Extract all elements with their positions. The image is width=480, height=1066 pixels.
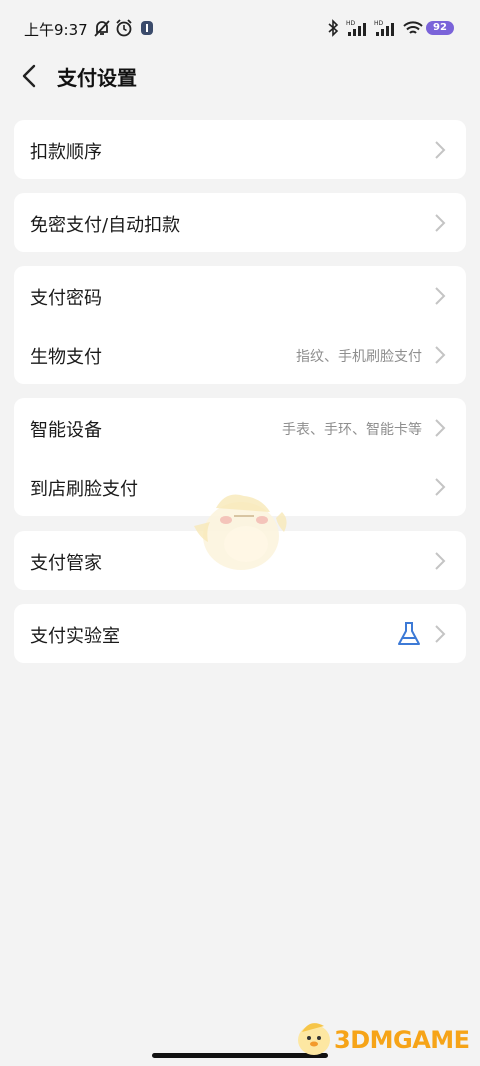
row-subtext: 指纹、手机刷脸支付 — [296, 349, 422, 365]
watermark-logo: 3DMGAME — [288, 1012, 474, 1064]
page-title: 支付设置 — [57, 66, 137, 90]
row-payment-password[interactable]: 支付密码 — [14, 266, 466, 325]
row-label: 智能设备 — [30, 420, 102, 441]
row-password-free-payment[interactable]: 免密支付/自动扣款 — [14, 193, 466, 252]
mascot-logo-icon — [298, 1023, 330, 1055]
chevron-right-icon — [435, 552, 446, 570]
row-payment-lab[interactable]: 支付实验室 — [14, 604, 466, 663]
settings-group: 扣款顺序 — [14, 120, 466, 179]
row-label: 生物支付 — [30, 347, 102, 368]
mascot-watermark-image — [194, 494, 287, 570]
row-label: 支付密码 — [30, 288, 102, 309]
watermark-text: 3DMGAME — [334, 1026, 470, 1054]
header: 支付设置 — [0, 50, 480, 102]
flask-icon — [398, 622, 420, 645]
svg-text:HD: HD — [346, 20, 356, 27]
settings-group: 支付密码 生物支付 指纹、手机刷脸支付 — [14, 266, 466, 384]
chevron-right-icon — [435, 141, 446, 159]
chevron-right-icon — [435, 478, 446, 496]
chevron-right-icon — [435, 287, 446, 305]
status-time: 上午9:37 — [24, 21, 88, 39]
wifi-icon — [403, 21, 423, 34]
hd-signal-icon: HD — [346, 20, 366, 36]
battery-icon: 92 — [426, 21, 454, 35]
row-label: 支付实验室 — [30, 626, 120, 647]
row-label: 扣款顺序 — [30, 142, 102, 163]
row-smart-devices[interactable]: 智能设备 手表、手环、智能卡等 — [14, 398, 466, 457]
row-biometric-payment[interactable]: 生物支付 指纹、手机刷脸支付 — [14, 325, 466, 384]
chevron-right-icon — [435, 625, 446, 643]
bluetooth-icon — [328, 19, 339, 37]
row-label: 支付管家 — [30, 553, 102, 574]
mute-bell-icon — [94, 20, 110, 37]
chevron-right-icon — [435, 214, 446, 232]
row-label: 到店刷脸支付 — [30, 479, 138, 500]
app-badge-icon — [141, 21, 153, 35]
settings-group: 免密支付/自动扣款 — [14, 193, 466, 252]
row-label: 免密支付/自动扣款 — [30, 215, 181, 236]
back-button[interactable] — [14, 60, 46, 92]
hd-signal-icon: HD — [374, 20, 394, 36]
alarm-clock-icon — [116, 19, 132, 37]
chevron-right-icon — [435, 346, 446, 364]
row-deduction-order[interactable]: 扣款顺序 — [14, 120, 466, 179]
svg-text:HD: HD — [374, 20, 384, 27]
row-subtext: 手表、手环、智能卡等 — [282, 422, 422, 438]
settings-group: 支付实验室 — [14, 604, 466, 663]
chevron-right-icon — [435, 419, 446, 437]
